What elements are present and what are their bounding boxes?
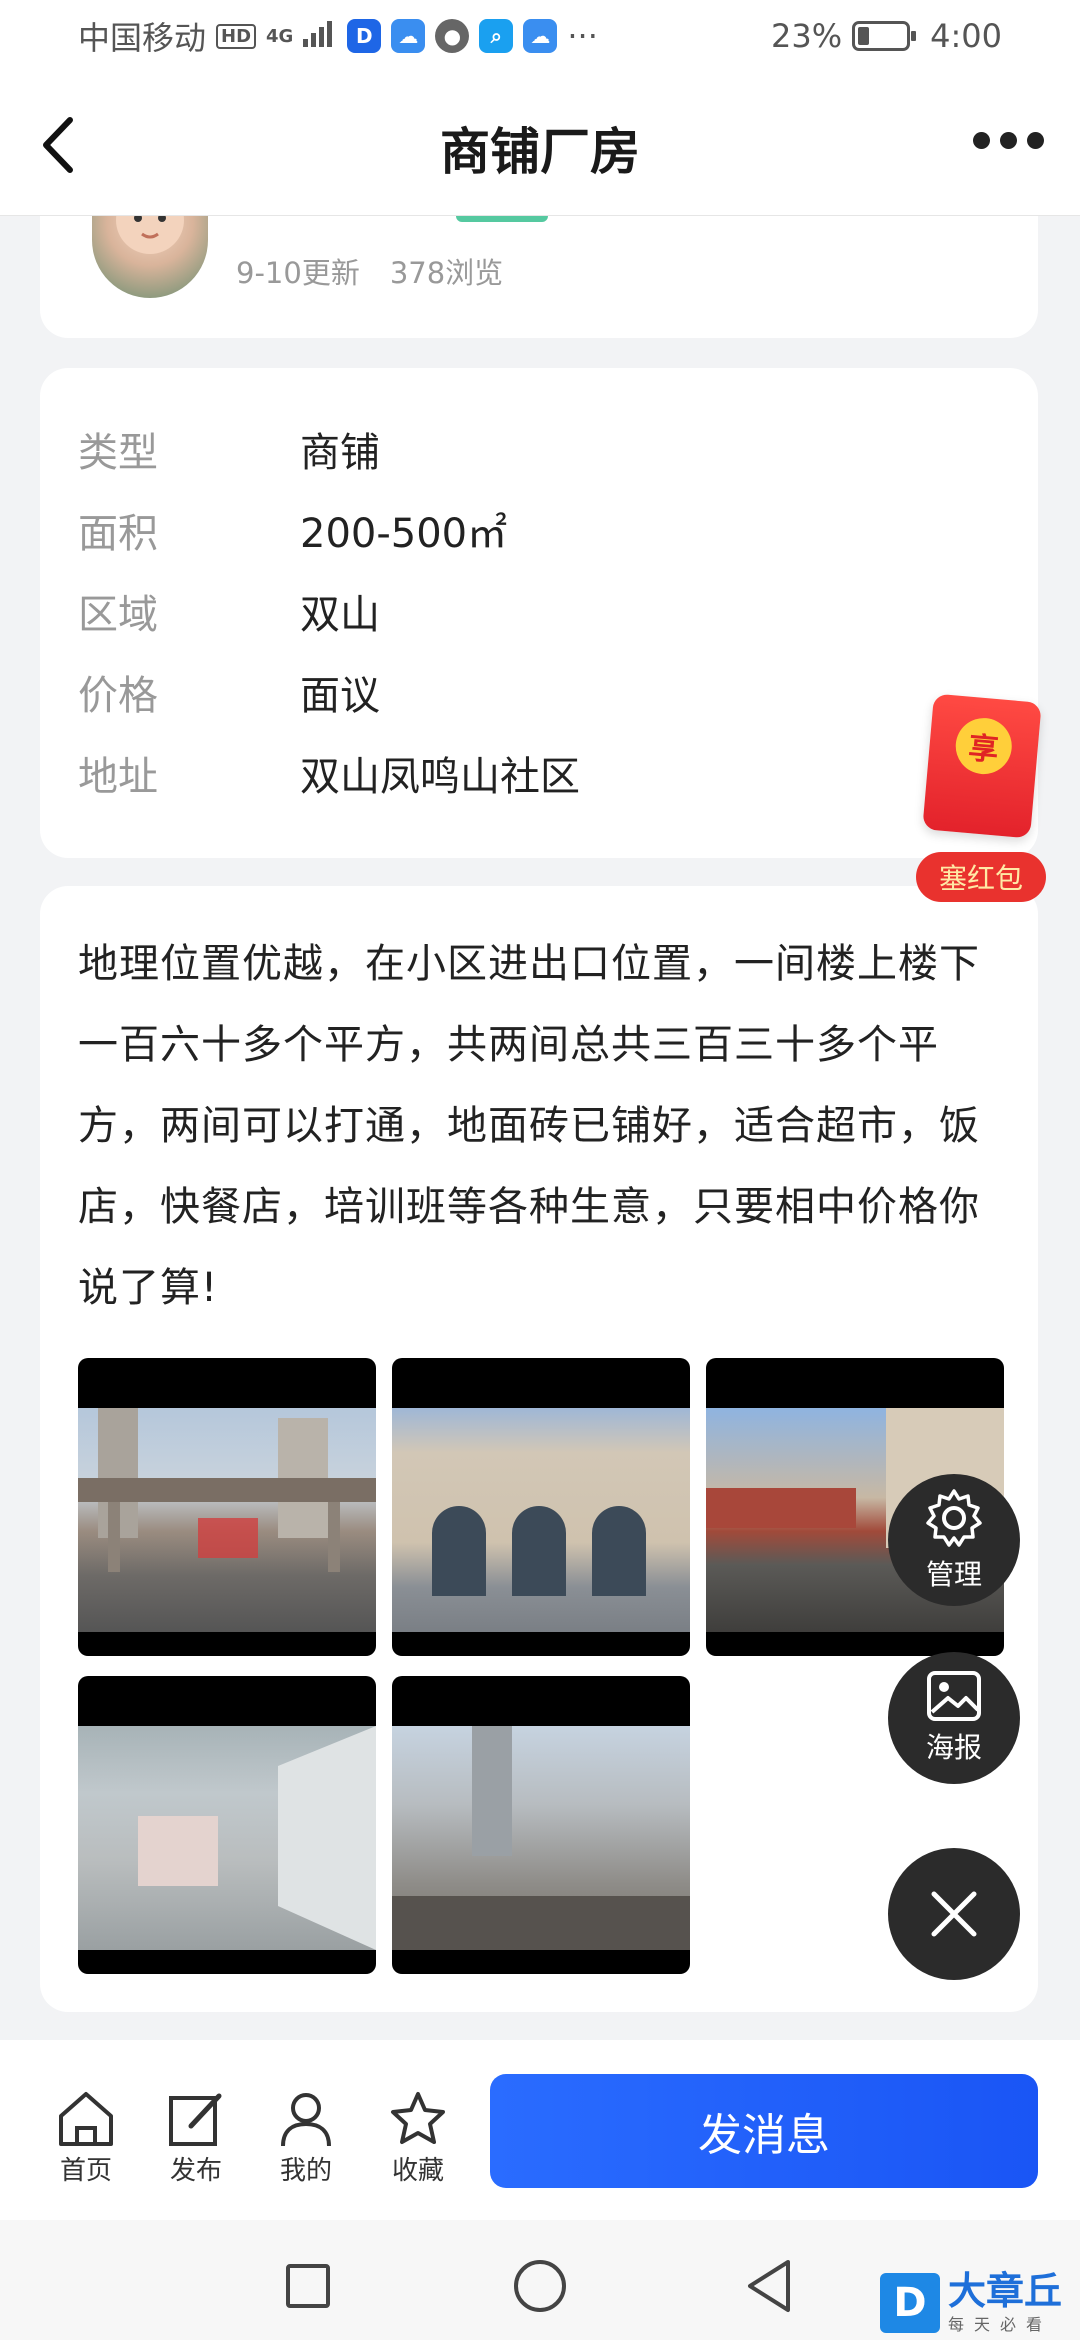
description-text: 地理位置优越，在小区进出口位置，一间楼上楼下一百六十多个平方，共两间总共三百三十…	[78, 941, 980, 1311]
watermark-logo: D	[880, 2273, 940, 2333]
photo-image	[392, 1408, 690, 1632]
photo-thumbnail[interactable]	[78, 1676, 376, 1974]
info-row-region: 区域 双山	[78, 570, 1038, 651]
signal-icon	[303, 17, 337, 55]
ball-icon: ●	[435, 19, 470, 53]
info-value: 200-500㎡	[300, 510, 508, 557]
overflow-indicator: ···	[567, 17, 598, 55]
info-label: 区域	[78, 591, 158, 638]
more-dot-icon	[973, 132, 990, 149]
info-label: 面积	[78, 510, 158, 557]
info-row-area: 面积 200-500㎡	[78, 489, 1038, 570]
info-value: 面议	[300, 672, 380, 719]
info-value: 双山	[300, 591, 380, 638]
manage-label: 管理	[925, 1558, 982, 1591]
more-button[interactable]	[973, 132, 1044, 149]
property-info-card: 类型 商铺 面积 200-500㎡ 区域 双山 价格 面议 地址 双山凤鸣山社区	[40, 368, 1038, 858]
send-message-button[interactable]: 发消息	[490, 2074, 1038, 2188]
cloud-icon-2: ☁	[523, 19, 558, 53]
user-meta: 9-10更新 378浏览	[236, 250, 503, 292]
gear-icon	[926, 1489, 982, 1547]
network-label: 4G	[266, 25, 294, 47]
system-back-button[interactable]	[744, 2258, 794, 2318]
arch-shape	[592, 1506, 646, 1596]
star-icon	[391, 2092, 445, 2144]
manage-button[interactable]: 管理	[888, 1474, 1020, 1606]
user-icon	[281, 2093, 331, 2147]
tab-publish-label: 发布	[169, 2156, 222, 2186]
tab-mine-label: 我的	[279, 2156, 332, 2186]
photo-grid	[78, 1358, 1008, 1974]
edit-icon	[169, 2093, 222, 2146]
info-row-address: 地址 双山凤鸣山社区	[78, 732, 1038, 813]
arch-shape	[512, 1506, 566, 1596]
hd-icon: HD	[216, 23, 257, 49]
cloud-icon: ☁	[391, 19, 426, 53]
search-app-icon: ⌕	[479, 19, 514, 53]
tab-mine[interactable]: 我的	[266, 2090, 346, 2187]
arch-shape	[432, 1506, 486, 1596]
info-label: 价格	[78, 672, 158, 719]
view-count: 378浏览	[389, 256, 504, 290]
red-packet-coin: 享	[953, 715, 1015, 777]
photo-image	[392, 1726, 690, 1950]
watermark-main: 大章丘	[948, 2269, 1063, 2313]
more-dot-icon	[1000, 132, 1017, 149]
tab-home[interactable]: 首页	[46, 2090, 126, 2187]
info-value: 双山凤鸣山社区	[300, 753, 580, 800]
info-label: 类型	[78, 429, 158, 476]
photo-thumbnail[interactable]	[392, 1358, 690, 1656]
watermark-text: 大章丘 每天必看	[948, 2271, 1062, 2335]
red-packet-icon[interactable]: 享	[922, 693, 1042, 839]
recent-apps-button[interactable]	[286, 2264, 330, 2308]
status-left: 中国移动 HD 4G D ☁ ● ⌕ ☁ ···	[78, 13, 598, 59]
update-date: 9-10更新	[236, 256, 360, 290]
battery-fill	[858, 27, 870, 45]
watermark: D 大章丘 每天必看	[880, 2266, 1080, 2340]
home-button[interactable]	[514, 2260, 566, 2312]
tab-favorite-label: 收藏	[391, 2156, 444, 2186]
status-right: 23% 4:00	[771, 17, 1002, 55]
more-dot-icon	[1027, 132, 1044, 149]
app-d-icon: D	[347, 19, 382, 53]
info-row-price: 价格 面议	[78, 651, 1038, 732]
info-row-type: 类型 商铺	[78, 408, 1038, 489]
close-menu-button[interactable]	[888, 1848, 1020, 1980]
status-bar: 中国移动 HD 4G D ☁ ● ⌕ ☁ ··· 23% 4:00	[0, 0, 1080, 72]
watermark-sub: 每天必看	[948, 2315, 1053, 2334]
red-packet-button[interactable]: 塞红包	[916, 852, 1046, 902]
photo-thumbnail[interactable]	[392, 1676, 690, 1974]
tab-publish[interactable]: 发布	[156, 2090, 236, 2187]
header: 商铺厂房	[0, 72, 1080, 216]
tab-home-label: 首页	[59, 2156, 112, 2186]
info-value: 商铺	[300, 429, 380, 476]
image-icon	[927, 1671, 981, 1721]
home-icon	[59, 2092, 113, 2146]
carrier-label: 中国移动	[78, 19, 207, 57]
tab-favorite[interactable]: 收藏	[378, 2090, 458, 2187]
bottom-toolbar: 首页 发布 我的 收藏 发消息	[0, 2040, 1080, 2220]
triangle-back-icon	[748, 2260, 790, 2312]
page-title: 商铺厂房	[440, 123, 640, 181]
poster-label: 海报	[925, 1731, 982, 1764]
battery-icon	[852, 21, 917, 51]
photo-image	[78, 1726, 376, 1950]
info-label: 地址	[78, 753, 158, 800]
clock: 4:00	[930, 17, 1002, 55]
poster-button[interactable]: 海报	[888, 1652, 1020, 1784]
description-card: 地理位置优越，在小区进出口位置，一间楼上楼下一百六十多个平方，共两间总共三百三十…	[40, 886, 1038, 2012]
photo-image	[78, 1408, 376, 1632]
photo-thumbnail[interactable]	[78, 1358, 376, 1656]
battery-percent: 23%	[771, 17, 843, 55]
close-icon	[931, 1891, 977, 1937]
